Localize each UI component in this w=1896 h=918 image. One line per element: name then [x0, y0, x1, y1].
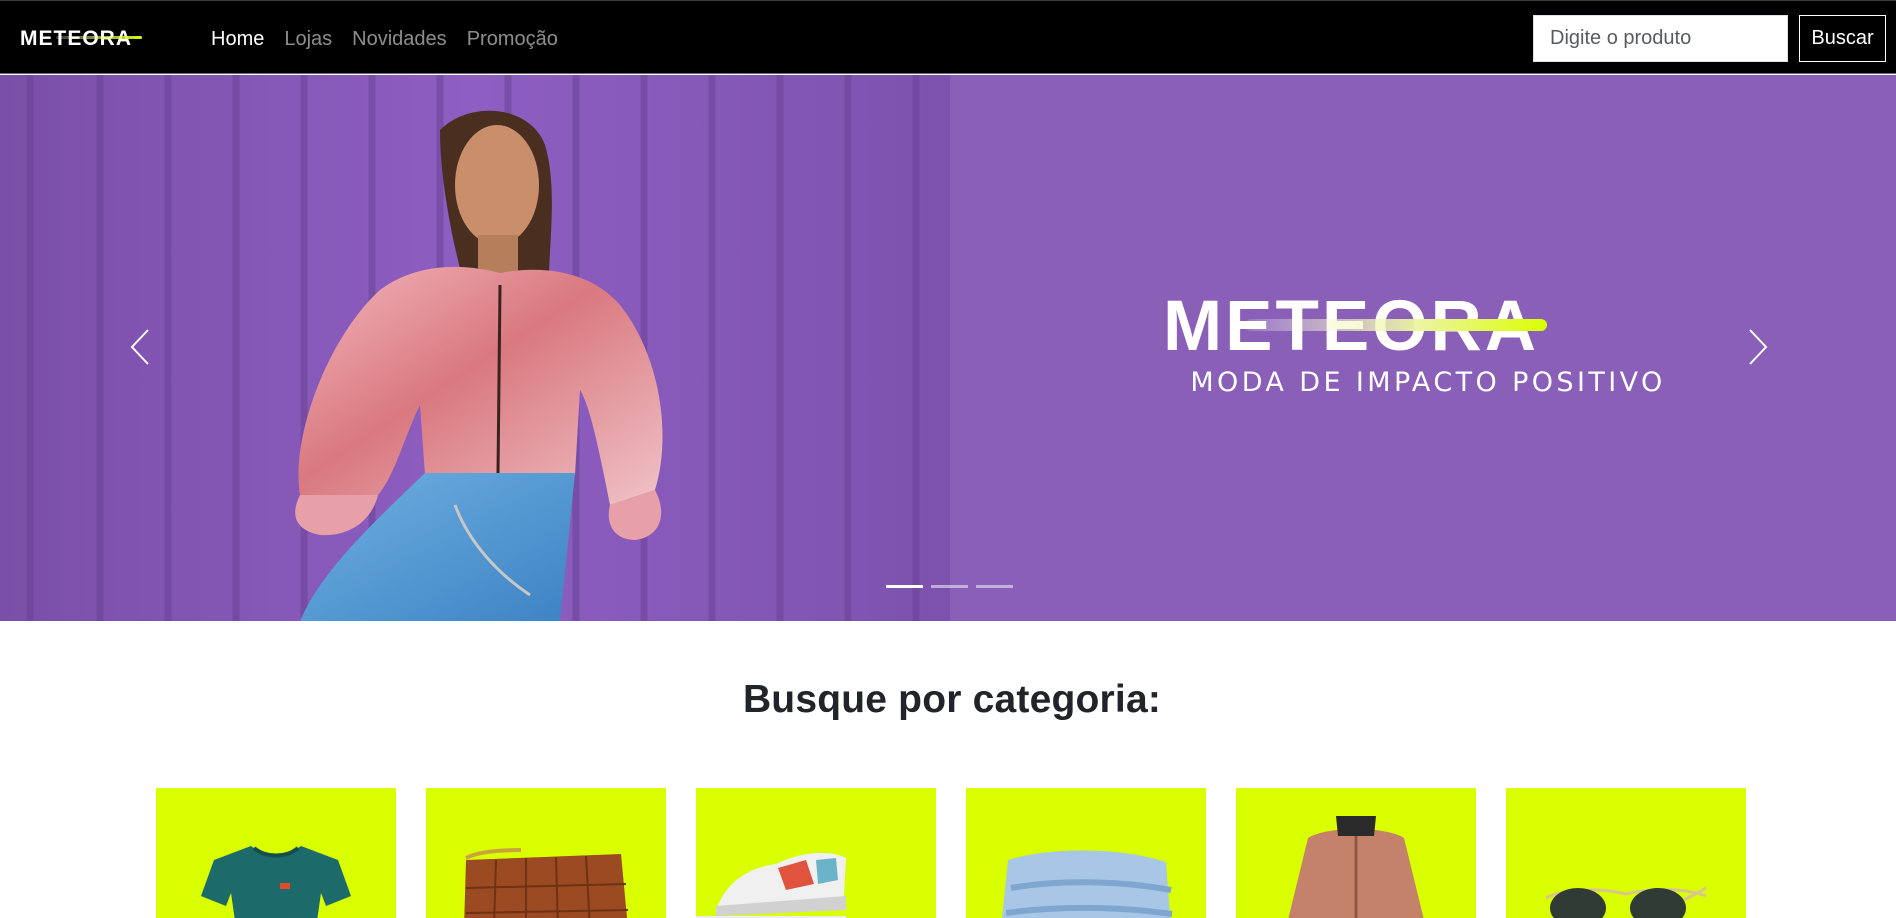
category-cards — [156, 788, 1746, 918]
category-card-jacket[interactable] — [1236, 788, 1476, 918]
hero-brand-logo: METEORA — [1163, 293, 1547, 357]
sneaker-image — [696, 852, 846, 918]
tshirt-image — [201, 846, 351, 918]
bag-image — [464, 848, 629, 918]
brand-logo[interactable]: METEORA — [20, 27, 176, 49]
nav-link-novidades[interactable]: Novidades — [352, 25, 447, 53]
category-card-bag[interactable] — [426, 788, 666, 918]
main-nav: Home Lojas Novidades Promoção — [211, 25, 558, 53]
search-button[interactable]: Buscar — [1799, 15, 1886, 62]
hero-carousel: METEORA MODA DE IMPACTO POSITIVO — [0, 75, 1896, 621]
nav-link-lojas[interactable]: Lojas — [284, 25, 332, 53]
nav-link-promocao[interactable]: Promoção — [467, 25, 558, 53]
category-card-sunglasses[interactable] — [1506, 788, 1746, 918]
jacket-image — [1288, 816, 1424, 918]
carousel-indicator-3[interactable] — [976, 585, 1013, 588]
chevron-left-icon[interactable] — [120, 325, 164, 369]
navbar: METEORA Home Lojas Novidades Promoção Bu… — [0, 0, 1896, 74]
jeans-image — [1002, 850, 1173, 918]
sunglasses-image — [1545, 886, 1707, 918]
hero-tagline: MODA DE IMPACTO POSITIVO — [1190, 367, 1666, 398]
category-card-sneaker[interactable] — [696, 788, 936, 918]
carousel-indicator-1[interactable] — [886, 585, 923, 588]
search-input[interactable] — [1533, 15, 1788, 62]
nav-link-home[interactable]: Home — [211, 25, 264, 53]
category-card-jeans[interactable] — [966, 788, 1206, 918]
category-card-tshirt[interactable] — [156, 788, 396, 918]
chevron-right-icon[interactable] — [1734, 325, 1778, 369]
category-title: Busque por categoria: — [742, 678, 1162, 721]
carousel-indicators — [886, 585, 1013, 588]
carousel-indicator-2[interactable] — [931, 585, 968, 588]
